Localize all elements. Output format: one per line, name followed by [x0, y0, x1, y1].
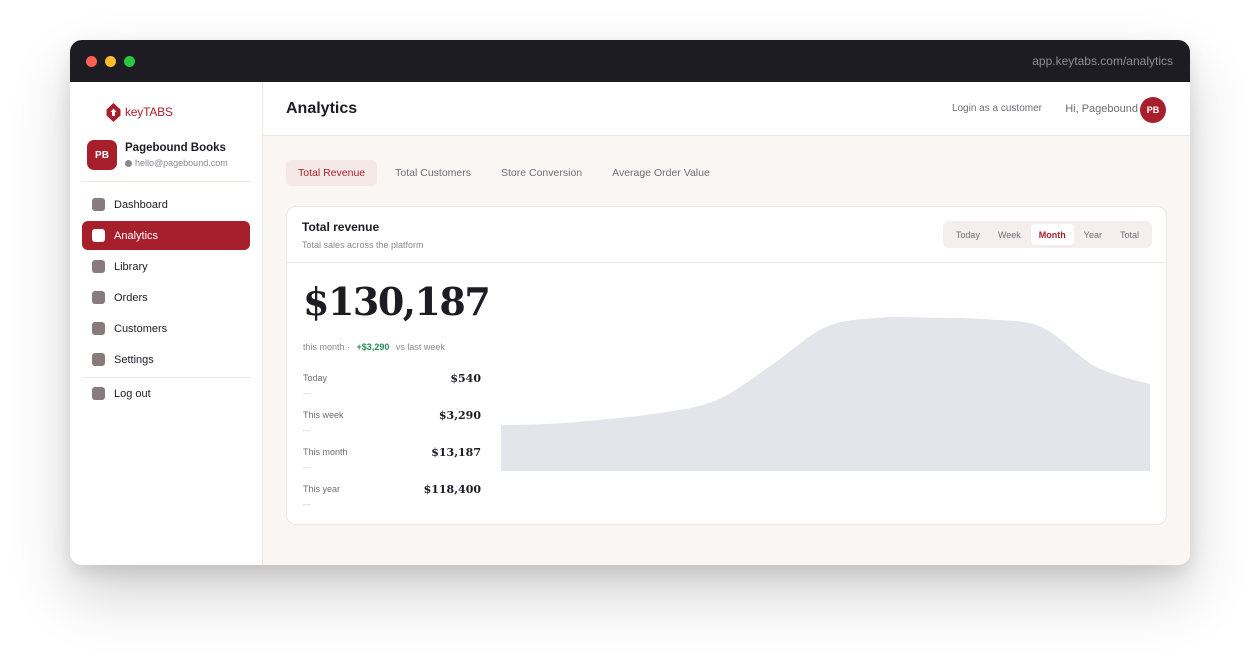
sidebar-item-label: Orders: [114, 291, 148, 304]
stat-dash: —: [303, 389, 311, 398]
sidebar-item-library[interactable]: Library: [82, 252, 250, 281]
login-as-customer-link[interactable]: Login as a customer: [952, 103, 1042, 114]
stat-dash: —: [303, 500, 311, 509]
stat-label: This week: [303, 410, 344, 420]
sidebar-item-dashboard[interactable]: Dashboard: [82, 190, 250, 219]
page-header: Analytics Login as a customer Hi, Pagebo…: [263, 82, 1190, 136]
customers-icon: [92, 322, 105, 335]
sidebar-item-orders[interactable]: Orders: [82, 283, 250, 312]
stat-label: This year: [303, 484, 341, 494]
revenue-delta: +$3,290: [356, 342, 390, 352]
title-bar: app.keytabs.com/analytics: [70, 40, 1190, 82]
period-selector: Today Week Month Year Total: [942, 221, 1152, 248]
library-icon: [92, 260, 105, 273]
metric-tabs: Total Revenue Total Customers Store Conv…: [286, 160, 728, 186]
settings-icon: [92, 353, 105, 366]
stat-label: This month: [303, 447, 348, 457]
account-email: hello@pagebound.com: [135, 158, 228, 168]
sidebar-item-label: Settings: [114, 353, 154, 366]
stat-row: This week $3,290 —: [303, 408, 481, 436]
status-dot-icon: [125, 159, 132, 167]
sidebar-item-analytics[interactable]: Analytics: [82, 221, 250, 250]
card-title: Total revenue: [302, 220, 380, 234]
delta-suffix: vs last week: [395, 342, 445, 352]
stat-dash: —: [303, 463, 311, 472]
stat-row: This month $13,187 —: [303, 445, 481, 473]
card-subtitle: Total sales across the platform: [302, 240, 424, 250]
dashboard-icon: [92, 198, 105, 211]
period-month-button[interactable]: Month: [1030, 224, 1074, 245]
orders-icon: [92, 291, 105, 304]
sidebar-item-logout[interactable]: Log out: [82, 379, 250, 408]
analytics-icon: [92, 229, 105, 242]
sidebar-item-label: Dashboard: [114, 198, 168, 211]
page-title: Analytics: [286, 100, 358, 117]
stat-value: $3,290: [438, 409, 481, 422]
close-window-button[interactable]: [86, 56, 97, 67]
revenue-area-series: [501, 316, 1150, 471]
stat-row: This year $118,400 —: [303, 482, 481, 510]
sidebar: keyTABS PB Pagebound Books hello@pagebou…: [70, 82, 263, 565]
stat-row: Today $540 —: [303, 371, 481, 399]
account-switcher[interactable]: PB Pagebound Books hello@pagebound.com: [87, 140, 252, 172]
revenue-card: Total revenue Total sales across the pla…: [286, 206, 1167, 525]
stat-dash: —: [303, 426, 311, 435]
tab-total-revenue[interactable]: Total Revenue: [286, 160, 378, 186]
address-bar-url[interactable]: app.keytabs.com/analytics: [1032, 54, 1173, 68]
browser-window: app.keytabs.com/analytics keyTABS PB Pag…: [70, 40, 1190, 565]
sidebar-item-label: Library: [114, 260, 148, 273]
revenue-area-chart: [501, 316, 1150, 471]
account-email-row: hello@pagebound.com: [125, 158, 228, 168]
zoom-window-button[interactable]: [124, 56, 135, 67]
sidebar-item-label: Log out: [114, 387, 151, 400]
period-today-button[interactable]: Today: [948, 224, 988, 245]
period-week-button[interactable]: Week: [990, 224, 1029, 245]
minimize-window-button[interactable]: [105, 56, 116, 67]
stat-value: $13,187: [431, 446, 481, 459]
sidebar-item-label: Customers: [114, 322, 168, 335]
sidebar-divider: [82, 181, 251, 182]
main-content: Analytics Login as a customer Hi, Pagebo…: [263, 82, 1190, 565]
period-total-button[interactable]: Total: [1112, 224, 1147, 245]
user-greeting: Hi, Pagebound: [1065, 103, 1138, 115]
brand-logo[interactable]: keyTABS: [106, 102, 173, 122]
period-year-button[interactable]: Year: [1076, 224, 1110, 245]
sidebar-divider: [82, 377, 251, 378]
logout-icon: [92, 387, 105, 400]
revenue-change: this month · +$3,290 vs last week: [303, 342, 445, 352]
total-revenue-value: $130,187: [303, 279, 491, 324]
period-text: this month ·: [303, 342, 351, 352]
card-header: Total revenue Total sales across the pla…: [287, 207, 1166, 263]
stat-label: Today: [303, 373, 328, 383]
sidebar-item-label: Analytics: [114, 229, 159, 242]
sidebar-item-customers[interactable]: Customers: [82, 314, 250, 343]
keytabs-logo-icon: [106, 102, 121, 122]
tab-store-conversion[interactable]: Store Conversion: [489, 160, 594, 186]
stat-value: $118,400: [423, 483, 481, 496]
account-name: Pagebound Books: [125, 142, 226, 154]
sidebar-item-settings[interactable]: Settings: [82, 345, 250, 374]
brand-name: keyTABS: [125, 105, 173, 119]
tab-total-customers[interactable]: Total Customers: [383, 160, 483, 186]
account-avatar: PB: [87, 140, 117, 170]
tab-average-order-value[interactable]: Average Order Value: [600, 160, 722, 186]
user-avatar[interactable]: PB: [1140, 97, 1166, 123]
stat-value: $540: [450, 372, 481, 385]
